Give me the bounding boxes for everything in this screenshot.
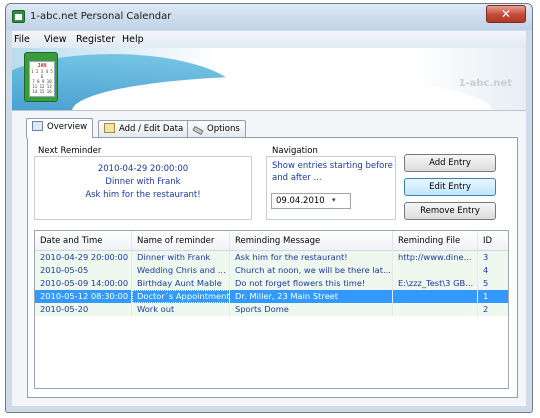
overview-icon (32, 121, 43, 131)
cell-id: 4 (483, 265, 489, 275)
next-reminder-datetime: 2010-04-29 20:00:00 (97, 164, 189, 174)
cell-name: Work out (132, 303, 230, 316)
reminders-table[interactable]: Date and Time Name of reminder Reminding… (34, 230, 509, 389)
tab-options[interactable]: Options (187, 120, 246, 137)
navigation-description: Show entries starting before and after .… (272, 161, 393, 183)
menu-bar: File View Register Help (12, 31, 526, 48)
edit-data-icon (104, 123, 115, 133)
cell-message: Do not forget flowers this time! (230, 277, 393, 290)
cell-name: Wedding Chris and ... (132, 264, 230, 277)
cell-file: http://www.dine... (393, 251, 478, 264)
header-banner: JAN 1 2 3 4 5 6 7 8 9 10 11 12 13 14 15 … (12, 48, 526, 110)
cell-message: Sports Dome (230, 303, 393, 316)
calendar-logo-icon: JAN 1 2 3 4 5 6 7 8 9 10 11 12 13 14 15 … (24, 52, 58, 102)
next-reminder-message: Ask him for the restaurant! (85, 190, 201, 200)
cell-message: Church at noon, we will be there lat... (230, 264, 393, 277)
cell-name: Dinner with Frank (132, 251, 230, 264)
cell-date: 2010-04-29 20:00:00 (35, 251, 132, 264)
cell-file: E:\zzz_Test\3 GB... (393, 277, 478, 290)
cell-file (393, 290, 478, 303)
main-content: Overview Add / Edit Data Options Next Re… (12, 110, 526, 406)
close-button[interactable]: ✕ (486, 5, 526, 23)
brand-watermark: 1-abc.net (458, 78, 512, 89)
cell-name: Birthday Aunt Mable (132, 277, 230, 290)
table-row[interactable]: 2010-05-05 Wedding Chris and ... Church … (35, 264, 508, 277)
tab-overview[interactable]: Overview (26, 118, 94, 138)
start-date-input[interactable]: 09.04.2010 ▾ (271, 193, 351, 209)
next-reminder-box: 2010-04-29 20:00:00 Dinner with Frank As… (34, 156, 252, 220)
calendar-logo-page: JAN 1 2 3 4 5 6 7 8 9 10 11 12 13 14 15 … (29, 61, 55, 97)
table-row-selected[interactable]: 2010-05-12 08:30:00 Doctor´s Appointment… (35, 290, 508, 303)
cell-file (393, 264, 478, 277)
navigation-box: Show entries starting before and after .… (266, 156, 396, 220)
next-reminder-name: Dinner with Frank (105, 177, 181, 187)
column-header-id[interactable]: ID (478, 231, 508, 251)
cell-message: Dr. Miller, 23 Main Street (230, 290, 393, 303)
date-picker-dropdown-icon[interactable]: ▾ (332, 196, 348, 206)
cell-message: Ask him for the restaurant! (230, 251, 393, 264)
menu-view[interactable]: View (44, 34, 67, 45)
navigation-heading: Navigation (272, 146, 318, 156)
add-entry-button[interactable]: Add Entry (404, 154, 496, 172)
tab-add-edit-data[interactable]: Add / Edit Data (98, 120, 190, 137)
calendar-app-icon[interactable] (12, 10, 25, 23)
overview-panel: Next Reminder 2010-04-29 20:00:00 Dinner… (27, 137, 518, 398)
title-bar[interactable]: 1-abc.net Personal Calendar ✕ (6, 4, 532, 30)
table-row[interactable]: 2010-05-09 14:00:00 Birthday Aunt Mable … (35, 277, 508, 290)
cell-date: 2010-05-09 14:00:00 (35, 277, 132, 290)
table-row[interactable]: 2010-05-20 Work out Sports Dome 2 (35, 303, 508, 316)
cell-date: 2010-05-20 (35, 303, 132, 316)
cell-id: 2 (483, 304, 489, 314)
table-row[interactable]: 2010-04-29 20:00:00 Dinner with Frank As… (35, 251, 508, 264)
calendar-logo-row: 1 2 3 4 5 6 (31, 69, 53, 79)
calendar-logo-row: 14 15 16 (32, 89, 52, 94)
tab-add-edit-data-label: Add / Edit Data (119, 124, 184, 134)
cell-id: 3 (483, 252, 489, 262)
cell-file (393, 303, 478, 316)
cell-date: 2010-05-12 08:30:00 (35, 290, 132, 303)
app-window: 1-abc.net Personal Calendar ✕ File View … (5, 3, 533, 413)
column-header-file[interactable]: Reminding File (393, 231, 478, 251)
tab-overview-label: Overview (47, 122, 88, 132)
start-date-value: 09.04.2010 (276, 196, 325, 206)
next-reminder-heading: Next Reminder (38, 146, 102, 156)
column-header-date[interactable]: Date and Time (35, 231, 132, 251)
wrench-icon (192, 125, 204, 136)
cell-name: Doctor´s Appointment (132, 290, 230, 303)
cell-date: 2010-05-05 (35, 264, 132, 277)
menu-file[interactable]: File (14, 34, 30, 45)
edit-entry-button[interactable]: Edit Entry (404, 178, 496, 196)
menu-register[interactable]: Register (76, 34, 115, 45)
remove-entry-button[interactable]: Remove Entry (404, 202, 496, 220)
window-title: 1-abc.net Personal Calendar (30, 11, 172, 22)
tab-options-label: Options (207, 124, 240, 134)
column-header-name[interactable]: Name of reminder (132, 231, 230, 251)
cell-id: 1 (483, 291, 489, 301)
column-header-message[interactable]: Reminding Message (230, 231, 393, 251)
table-header: Date and Time Name of reminder Reminding… (35, 231, 508, 251)
cell-id: 5 (483, 278, 489, 288)
menu-help[interactable]: Help (122, 34, 144, 45)
